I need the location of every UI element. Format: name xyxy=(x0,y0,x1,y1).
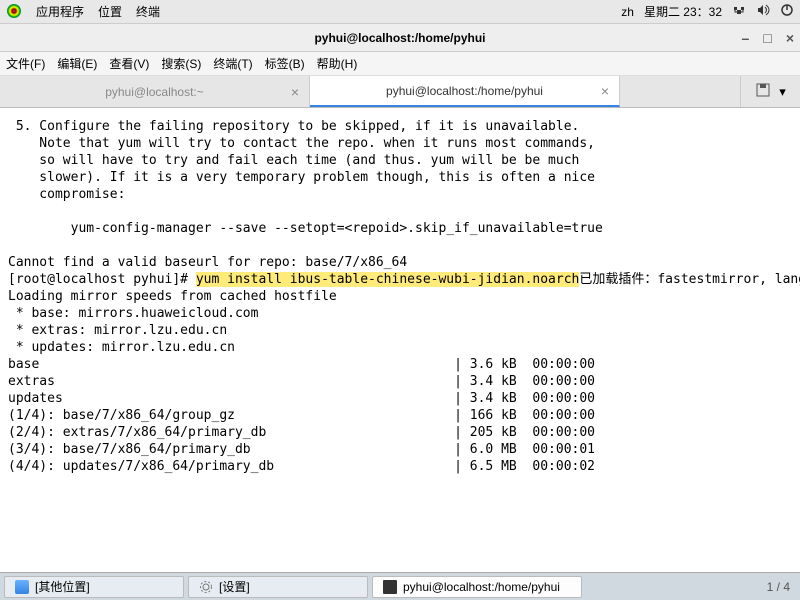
maximize-button[interactable]: □ xyxy=(763,30,771,46)
tab-1[interactable]: pyhui@localhost:~ × xyxy=(0,76,310,107)
tab-2-label: pyhui@localhost:/home/pyhui xyxy=(386,84,543,98)
task-settings-label: [设置] xyxy=(219,578,250,595)
task-terminal-label: pyhui@localhost:/home/pyhui xyxy=(403,580,560,594)
volume-icon[interactable] xyxy=(756,3,770,20)
task-files-label: [其他位置] xyxy=(35,578,90,595)
menu-view[interactable]: 查看(V) xyxy=(109,55,149,72)
save-session-icon[interactable] xyxy=(755,82,771,101)
menu-edit[interactable]: 编辑(E) xyxy=(57,55,97,72)
power-icon[interactable] xyxy=(780,3,794,20)
workspace-pager[interactable]: 1 / 4 xyxy=(767,580,796,594)
minimize-button[interactable]: – xyxy=(742,30,750,46)
terminal-viewport[interactable]: 5. Configure the failing repository to b… xyxy=(0,108,800,526)
panel-places[interactable]: 位置 xyxy=(98,3,122,20)
tab-2[interactable]: pyhui@localhost:/home/pyhui × xyxy=(310,76,620,107)
terminal-line: base | 3.6 kB 00:00:00 xyxy=(8,357,595,372)
menu-help[interactable]: 帮助(H) xyxy=(317,55,358,72)
tab-menu-icon[interactable]: ▾ xyxy=(779,84,786,100)
tab-1-label: pyhui@localhost:~ xyxy=(105,85,204,99)
panel-applications[interactable]: 应用程序 xyxy=(36,3,84,20)
window-titlebar[interactable]: pyhui@localhost:/home/pyhui – □ × xyxy=(0,24,800,52)
terminal-line: (3/4): base/7/x86_64/primary_db | 6.0 MB… xyxy=(8,442,595,457)
activities-icon[interactable] xyxy=(6,3,22,19)
window-title: pyhui@localhost:/home/pyhui xyxy=(314,31,485,45)
network-icon[interactable] xyxy=(732,3,746,20)
terminal-line: Note that yum will try to contact the re… xyxy=(8,136,595,151)
panel-terminal[interactable]: 终端 xyxy=(136,3,160,20)
task-settings[interactable]: [设置] xyxy=(188,576,368,598)
terminal-line: slower). If it is a very temporary probl… xyxy=(8,170,595,185)
tab-2-close-icon[interactable]: × xyxy=(601,83,609,99)
terminal-line: (4/4): updates/7/x86_64/primary_db | 6.5… xyxy=(8,459,595,474)
terminal-line: * base: mirrors.huaweicloud.com xyxy=(8,306,258,321)
menubar: 文件(F) 编辑(E) 查看(V) 搜索(S) 终端(T) 标签(B) 帮助(H… xyxy=(0,52,800,76)
terminal-line: Cannot find a valid baseurl for repo: ba… xyxy=(8,255,407,270)
terminal-line: updates | 3.4 kB 00:00:00 xyxy=(8,391,595,406)
desktop-panel: 应用程序 位置 终端 zh 星期二 23：32 xyxy=(0,0,800,24)
terminal-tabstrip: pyhui@localhost:~ × pyhui@localhost:/hom… xyxy=(0,76,800,108)
close-button[interactable]: × xyxy=(786,30,794,46)
terminal-prompt: [root@localhost pyhui]# xyxy=(8,272,196,287)
terminal-line: 已加载插件：fastestmirror, langpacks xyxy=(579,272,800,287)
tab-1-close-icon[interactable]: × xyxy=(291,84,299,100)
menu-file[interactable]: 文件(F) xyxy=(6,55,45,72)
terminal-line: (1/4): base/7/x86_64/group_gz | 166 kB 0… xyxy=(8,408,595,423)
terminal-line: Loading mirror speeds from cached hostfi… xyxy=(8,289,337,304)
menu-terminal[interactable]: 终端(T) xyxy=(213,55,252,72)
terminal-icon xyxy=(383,580,397,594)
terminal-line: compromise: xyxy=(8,187,125,202)
menu-search[interactable]: 搜索(S) xyxy=(161,55,201,72)
tab-actions: ▾ xyxy=(740,76,800,107)
terminal-line: yum-config-manager --save --setopt=<repo… xyxy=(8,221,603,236)
menu-tabs[interactable]: 标签(B) xyxy=(265,55,305,72)
task-files[interactable]: [其他位置] xyxy=(4,576,184,598)
task-terminal[interactable]: pyhui@localhost:/home/pyhui xyxy=(372,576,582,598)
input-method-indicator[interactable]: zh xyxy=(621,5,634,19)
settings-icon xyxy=(199,580,213,594)
terminal-command-highlight: yum install ibus-table-chinese-wubi-jidi… xyxy=(196,272,580,287)
terminal-line: extras | 3.4 kB 00:00:00 xyxy=(8,374,595,389)
terminal-line: 5. Configure the failing repository to b… xyxy=(8,119,579,134)
clock[interactable]: 星期二 23：32 xyxy=(644,3,722,20)
terminal-line: * updates: mirror.lzu.edu.cn xyxy=(8,340,235,355)
desktop-taskbar: [其他位置] [设置] pyhui@localhost:/home/pyhui … xyxy=(0,572,800,600)
terminal-line: so will have to try and fail each time (… xyxy=(8,153,579,168)
terminal-line: * extras: mirror.lzu.edu.cn xyxy=(8,323,227,338)
terminal-line: (2/4): extras/7/x86_64/primary_db | 205 … xyxy=(8,425,595,440)
file-manager-icon xyxy=(15,580,29,594)
